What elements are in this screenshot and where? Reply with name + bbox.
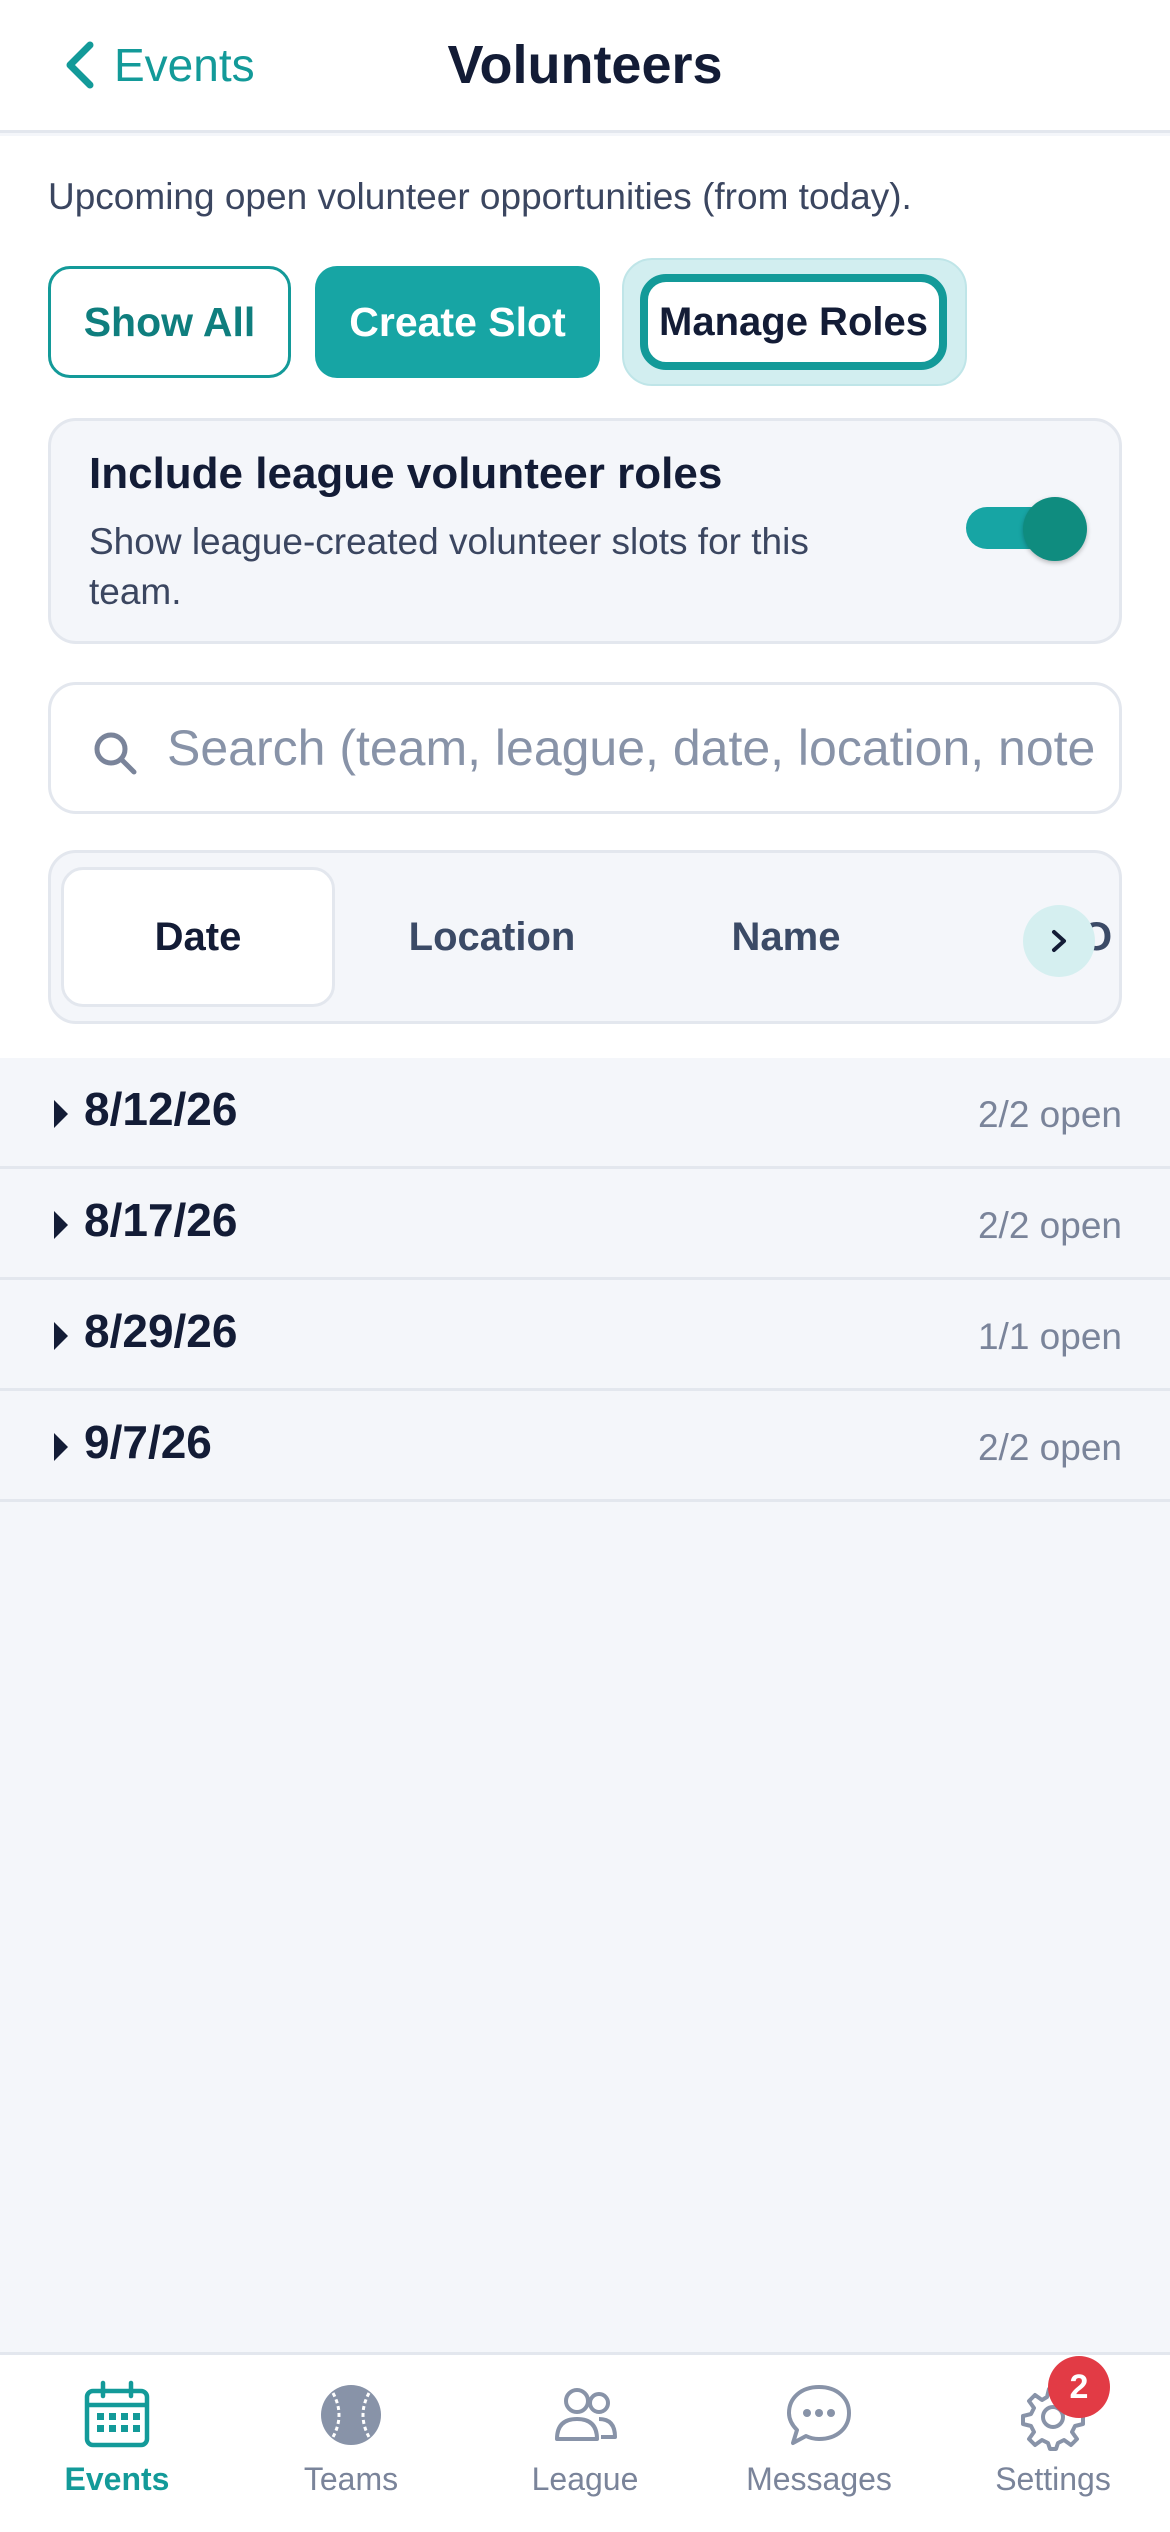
show-all-button[interactable]: Show All (48, 266, 291, 378)
settings-notification-badge: 2 (1048, 2356, 1110, 2418)
baseball-icon (321, 2385, 381, 2445)
sort-tabs: Date Location Name O (48, 850, 1122, 1024)
caret-right-icon (54, 1211, 68, 1239)
create-slot-button[interactable]: Create Slot (315, 266, 600, 378)
tab-label: Teams (303, 2461, 399, 2497)
tab-label: Events (64, 2461, 170, 2497)
page-title: Volunteers (447, 35, 723, 95)
league-roles-description: Show league-created volunteer slots for … (89, 521, 809, 612)
chat-bubble-icon (787, 2385, 851, 2445)
caret-right-icon (54, 1100, 68, 1128)
row-open-count: 2/2 open (977, 1205, 1122, 1246)
tab-messages[interactable]: Messages (702, 2355, 936, 2532)
row-open-count: 1/1 open (977, 1316, 1122, 1357)
list-item[interactable]: 8/17/26 2/2 open (0, 1169, 1170, 1280)
tab-label: League (531, 2461, 639, 2497)
caret-right-icon (54, 1433, 68, 1461)
tab-teams[interactable]: Teams (234, 2355, 468, 2532)
tab-league[interactable]: League (468, 2355, 702, 2532)
toggle-knob[interactable] (1023, 497, 1087, 561)
manage-roles-button[interactable]: Manage Roles (640, 274, 947, 370)
tab-label: Messages (746, 2461, 892, 2497)
caret-right-icon (54, 1322, 68, 1350)
chevron-right-icon (1052, 930, 1066, 952)
tab-label: Settings (995, 2461, 1111, 2497)
row-date: 8/29/26 (84, 1305, 238, 1357)
row-date: 8/17/26 (84, 1194, 238, 1246)
volunteers-controls: Upcoming open volunteer opportunities (f… (0, 136, 1170, 1058)
row-open-count: 2/2 open (977, 1427, 1122, 1468)
search-input[interactable] (167, 685, 1097, 811)
tab-sort-date[interactable]: Date (61, 867, 335, 1007)
list-item[interactable]: 8/12/26 2/2 open (0, 1058, 1170, 1169)
search-box[interactable] (48, 682, 1122, 814)
tab-sort-location[interactable]: Location (355, 867, 629, 1007)
calendar-icon (84, 2380, 150, 2448)
scroll-right-button[interactable] (1023, 905, 1095, 977)
list-item[interactable]: 8/29/26 1/1 open (0, 1280, 1170, 1391)
row-date: 8/12/26 (84, 1083, 238, 1135)
tab-sort-name[interactable]: Name (649, 867, 923, 1007)
row-open-count: 2/2 open (977, 1094, 1122, 1135)
nav-header: Events Volunteers (0, 0, 1170, 133)
people-icon (555, 2388, 617, 2441)
league-roles-card: Include league volunteer roles Show leag… (48, 418, 1122, 644)
row-date: 9/7/26 (84, 1416, 212, 1468)
list-item[interactable]: 9/7/26 2/2 open (0, 1391, 1170, 1502)
intro-text: Upcoming open volunteer opportunities (f… (48, 176, 912, 217)
tab-events[interactable]: Events (0, 2355, 234, 2532)
league-roles-title: Include league volunteer roles (89, 449, 723, 498)
date-list: 8/12/26 2/2 open 8/17/26 2/2 open 8/29/2… (0, 1058, 1170, 1502)
search-icon (94, 732, 137, 775)
bottom-tab-bar: Events Teams League Messages Settings (0, 2352, 1170, 2532)
